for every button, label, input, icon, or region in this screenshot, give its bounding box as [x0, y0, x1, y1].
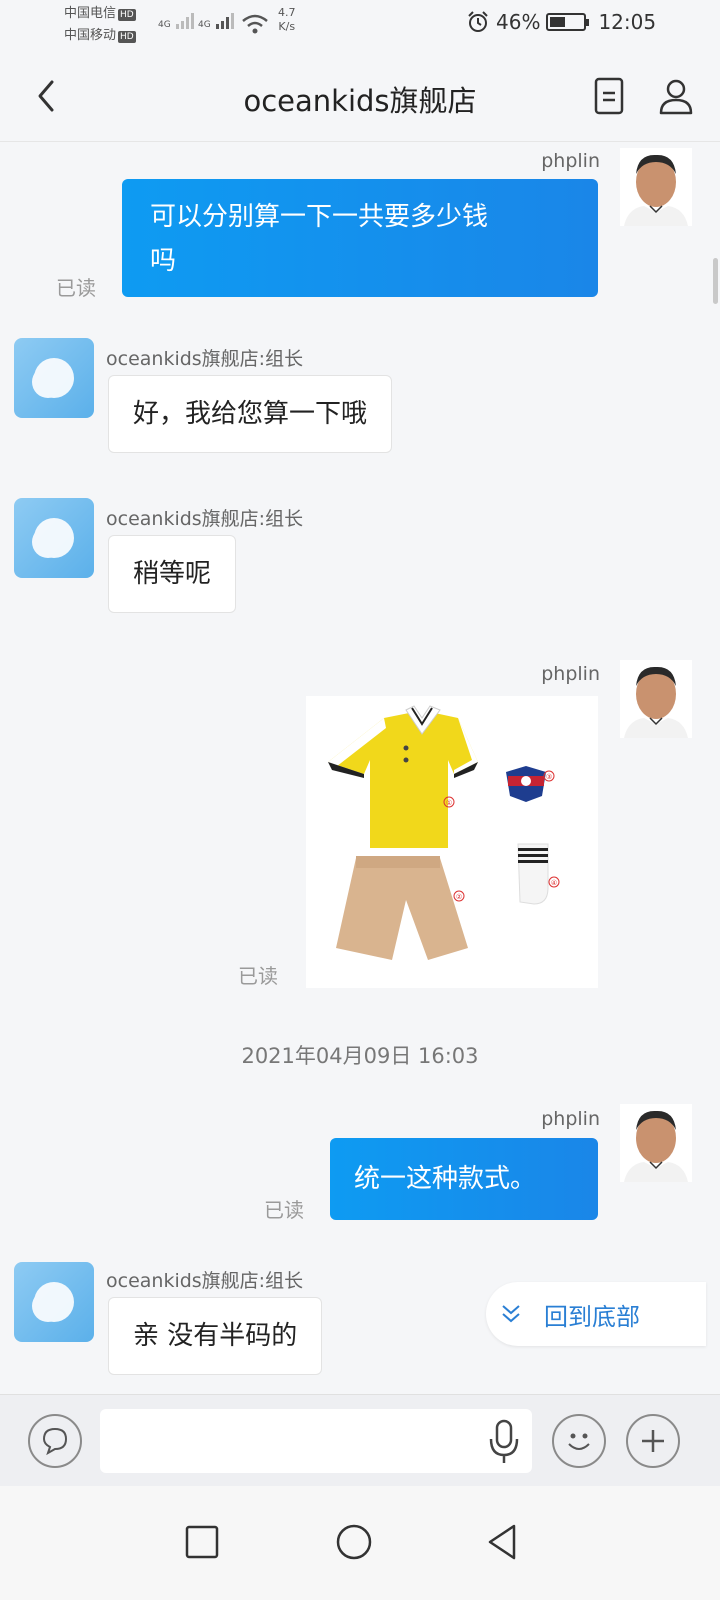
read-receipt: 已读: [264, 1198, 304, 1222]
carrier-2: 中国移动 HD: [64, 28, 136, 43]
speech-bubble-icon: [42, 1427, 68, 1456]
avatar[interactable]: [620, 1104, 692, 1182]
document-icon[interactable]: [592, 76, 626, 116]
voice-toggle-button[interactable]: [28, 1414, 82, 1468]
sender-name: phplin: [541, 150, 600, 172]
square-icon[interactable]: [184, 1524, 220, 1560]
sender-name: phplin: [541, 663, 600, 685]
timestamp: 2021年04月09日 16:03: [241, 1044, 479, 1068]
hd-badge: HD: [118, 9, 136, 21]
person-icon[interactable]: [656, 76, 696, 116]
image-label: ①: [446, 799, 452, 807]
system-nav-bar: [0, 1486, 720, 1600]
message-bubble[interactable]: 统一这种款式。: [330, 1138, 598, 1220]
circle-icon[interactable]: [334, 1522, 374, 1562]
message-input[interactable]: [100, 1409, 532, 1473]
read-receipt: 已读: [56, 276, 96, 300]
battery-icon: [546, 13, 590, 31]
carrier-1: 中国电信 HD: [64, 6, 136, 21]
image-label: ③: [546, 773, 552, 781]
status-right: 46% 12:05: [466, 10, 656, 34]
read-receipt: 已读: [238, 964, 278, 988]
wifi-icon: [242, 14, 268, 34]
signal-icon: 4G: [198, 12, 236, 30]
product-image[interactable]: ① ② ③ ④: [306, 696, 598, 988]
avatar[interactable]: [620, 148, 692, 226]
emoji-button[interactable]: [552, 1414, 606, 1468]
more-button[interactable]: [626, 1414, 680, 1468]
plus-icon: [642, 1430, 664, 1452]
image-label: ②: [456, 893, 462, 901]
sender-name: oceankids旗舰店:组长: [106, 508, 304, 530]
status-bar: 中国电信 HD 中国移动 HD 4G 4G 4.7 K/s 46% 12:05: [0, 0, 720, 50]
message-bubble[interactable]: 亲 没有半码的: [108, 1297, 323, 1375]
image-label: ④: [551, 879, 557, 887]
alarm-icon: [468, 11, 488, 32]
input-bar: [0, 1394, 720, 1486]
scrollbar[interactable]: [713, 258, 718, 304]
back-to-bottom-button[interactable]: 回到底部: [486, 1282, 706, 1346]
message-bubble[interactable]: 可以分别算一下一共要多少钱 吗: [122, 179, 598, 297]
battery-percent: 46%: [496, 10, 541, 34]
signal-icon: 4G: [158, 12, 196, 30]
message-bubble[interactable]: 好，我给您算一下哦: [108, 375, 393, 453]
chat-header: oceankids旗舰店: [0, 50, 720, 142]
net-speed: 4.7 K/s: [278, 6, 296, 33]
avatar[interactable]: [14, 1262, 94, 1342]
triangle-back-icon[interactable]: [484, 1522, 520, 1562]
sender-name: oceankids旗舰店:组长: [106, 348, 304, 370]
avatar[interactable]: [14, 498, 94, 578]
microphone-icon[interactable]: [486, 1417, 522, 1465]
double-chevron-down-icon: [502, 1305, 520, 1323]
battery-fill: [550, 17, 566, 27]
message-bubble[interactable]: 稍等呢: [108, 535, 237, 613]
hd-badge: HD: [118, 31, 136, 43]
avatar[interactable]: [14, 338, 94, 418]
clock: 12:05: [598, 10, 657, 34]
smiley-icon: [568, 1433, 590, 1450]
avatar[interactable]: [620, 660, 692, 738]
sender-name: oceankids旗舰店:组长: [106, 1270, 304, 1292]
sender-name: phplin: [541, 1108, 600, 1130]
